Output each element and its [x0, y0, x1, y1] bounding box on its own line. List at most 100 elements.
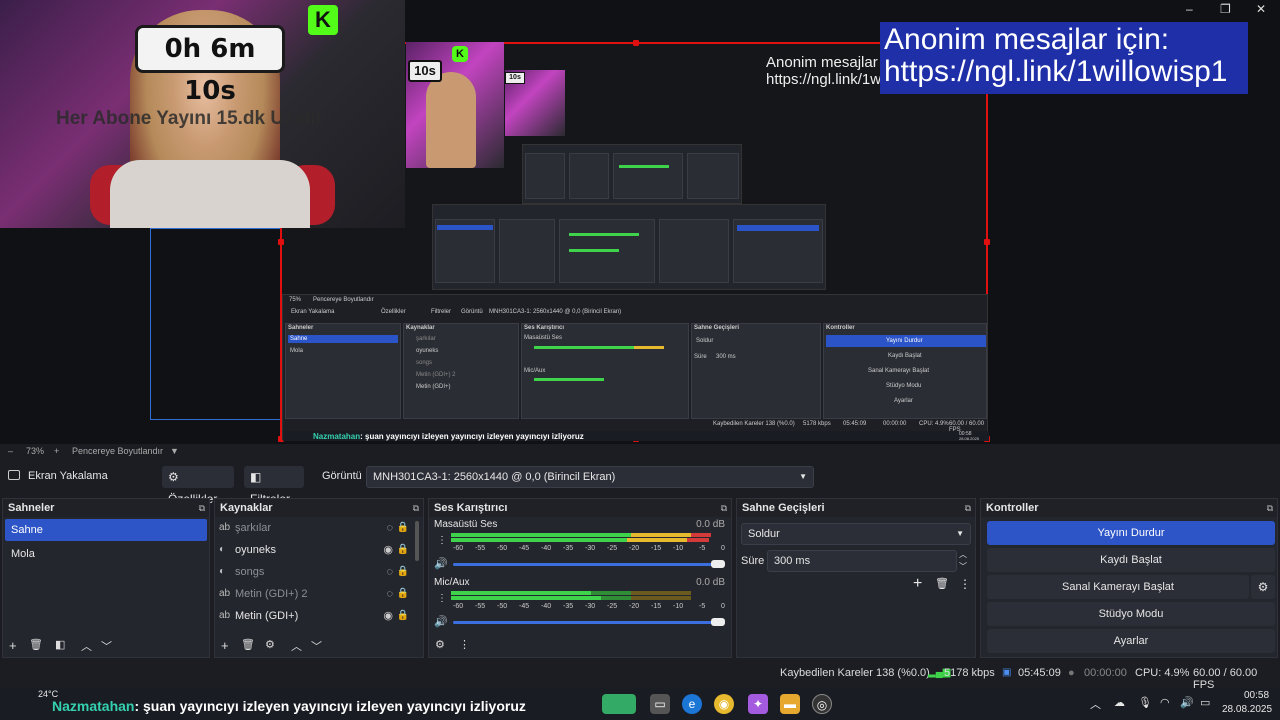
lock-icon[interactable]: 🔒 [397, 561, 409, 583]
transition-select[interactable]: Soldur ▼ [741, 523, 971, 545]
kebab-icon[interactable]: ⋮ [459, 638, 470, 651]
subscriber-banner: Her Abone Yayını 15.dk Uzatır [56, 108, 324, 129]
source-item[interactable]: ab Metin (GDI+) ◉ 🔒 [215, 605, 423, 627]
properties-button[interactable]: ⚙ Özellikler [162, 466, 234, 506]
spin-down-icon[interactable]: ﹀ [959, 561, 967, 572]
monitor-icon [8, 470, 20, 480]
kebab-icon[interactable]: ⋮ [437, 535, 447, 546]
nested-timer: 10s [408, 60, 442, 82]
edge-icon[interactable]: e [682, 694, 702, 714]
undock-icon[interactable]: ⧉ [965, 499, 971, 517]
maximize-icon[interactable]: ❐ [1220, 2, 1231, 16]
display-select[interactable]: MNH301CA3-1: 2560x1440 @ 0,0 (Birincil E… [366, 466, 814, 488]
lock-icon[interactable]: 🔒 [397, 583, 409, 605]
undock-icon[interactable]: ⧉ [413, 499, 419, 517]
fader-knob[interactable] [711, 618, 725, 626]
start-recording-button[interactable]: Kaydı Başlat [987, 548, 1275, 572]
trash-icon[interactable]: 🗑 [935, 577, 949, 590]
gear-icon[interactable]: ⚙ [1251, 575, 1275, 599]
kebab-icon[interactable]: ⋮ [437, 593, 447, 604]
eye-hidden-icon[interactable]: ◌ [386, 561, 393, 583]
resize-handle[interactable] [984, 239, 990, 245]
resize-handle[interactable] [633, 40, 639, 46]
duration-input[interactable]: 300 ms [767, 550, 957, 572]
virtual-camera-button[interactable]: Sanal Kamerayı Başlat [987, 575, 1249, 599]
copilot-icon[interactable]: ✦ [748, 694, 768, 714]
close-icon[interactable]: ✕ [1256, 2, 1266, 16]
trash-icon[interactable]: 🗑 [241, 638, 255, 651]
move-down-icon[interactable]: ﹀ [101, 638, 112, 654]
move-down-icon[interactable]: ﹀ [311, 638, 322, 654]
chrome-icon[interactable]: ◉ [714, 694, 734, 714]
undock-icon[interactable]: ⧉ [721, 499, 727, 517]
undock-icon[interactable]: ⧉ [199, 499, 205, 517]
clock-time[interactable]: 00:58 [1244, 690, 1269, 701]
scrollbar[interactable] [415, 521, 419, 561]
filter-icon[interactable]: ◧ [55, 638, 65, 651]
microphone-icon[interactable]: 🎙 [1138, 696, 1152, 709]
lock-icon[interactable]: 🔒 [397, 605, 409, 627]
stop-stream-button[interactable]: Yayını Durdur [987, 521, 1275, 545]
speaker-icon[interactable]: 🔊 [434, 615, 448, 628]
add-icon[interactable]: + [913, 575, 922, 593]
eye-hidden-icon[interactable]: ◌ [386, 517, 393, 539]
source-item[interactable]: ab Metin (GDI+) 2 ◌ 🔒 [215, 583, 423, 605]
volume-fader[interactable] [453, 563, 719, 566]
filters-button[interactable]: ◧ Filtreler [244, 466, 304, 506]
volume-icon[interactable]: 🔊 [1180, 696, 1194, 709]
add-icon[interactable]: + [221, 638, 229, 653]
controls-dock: Kontroller ⧉ Yayını Durdur Kaydı Başlat S… [980, 498, 1278, 658]
folder-icon[interactable]: ▬ [780, 694, 800, 714]
gear-icon[interactable]: ⚙ [265, 638, 275, 651]
media-source-icon: ◐ [219, 566, 226, 577]
gear-icon: ⚙ [168, 470, 179, 484]
stream-time: 05:45:09 [1018, 667, 1061, 679]
scene-item[interactable]: Mola [5, 543, 207, 565]
spin-up-icon[interactable]: ︿ [959, 549, 967, 560]
preview-area[interactable]: 75% Pencereye Boyutlandır Ekran Yakalama… [0, 0, 1280, 444]
advanced-audio-icon[interactable]: ⚙ [435, 638, 445, 651]
trash-icon[interactable]: 🗑 [29, 638, 43, 651]
source-item[interactable]: ◐ oyuneks ◉ 🔒 [215, 539, 423, 561]
scenes-dock: Sahneler ⧉ Sahne Mola + 🗑 ◧ ︿ ﹀ [2, 498, 210, 658]
chevron-down-icon: ▼ [799, 472, 807, 481]
eye-icon[interactable]: ◉ [383, 605, 393, 627]
zoom-in-button[interactable]: + [54, 446, 59, 456]
taskbar: 24°C Nazmatahan: şuan yayıncıyı izleyen … [0, 688, 1280, 720]
game-icon[interactable] [602, 694, 636, 714]
scene-item[interactable]: Sahne [5, 519, 207, 541]
move-up-icon[interactable]: ︿ [81, 638, 92, 654]
record-icon: ● [1068, 667, 1075, 679]
resize-handle[interactable] [278, 239, 284, 245]
zoom-out-button[interactable]: – [8, 446, 13, 456]
minimize-icon[interactable]: – [1186, 2, 1193, 16]
eye-icon[interactable]: ◉ [383, 539, 393, 561]
volume-fader[interactable] [453, 621, 719, 624]
source-item[interactable]: ◐ songs ◌ 🔒 [215, 561, 423, 583]
battery-icon[interactable]: ▭ [1200, 696, 1210, 709]
wifi-icon[interactable]: ◠ [1160, 696, 1170, 709]
move-up-icon[interactable]: ︿ [291, 638, 302, 654]
lock-icon[interactable]: 🔒 [397, 517, 409, 539]
studio-mode-button[interactable]: Stüdyo Modu [987, 602, 1275, 626]
volume-meter [451, 533, 727, 543]
fit-window-button[interactable]: Pencereye Boyutlandır [72, 446, 163, 456]
kebab-icon[interactable]: ⋮ [959, 577, 971, 591]
settings-button[interactable]: Ayarlar [987, 629, 1275, 653]
add-icon[interactable]: + [9, 638, 17, 653]
fader-knob[interactable] [711, 560, 725, 568]
undock-icon[interactable]: ⧉ [1267, 499, 1273, 517]
source-item[interactable]: ab şarkılar ◌ 🔒 [215, 517, 423, 539]
lock-icon[interactable]: 🔒 [397, 539, 409, 561]
task-view-icon[interactable]: ▭ [650, 694, 670, 714]
cloud-icon[interactable]: ☁ [1114, 696, 1125, 709]
eye-hidden-icon[interactable]: ◌ [386, 583, 393, 605]
kick-logo: K [452, 46, 468, 62]
speaker-icon[interactable]: 🔊 [434, 557, 448, 570]
clock-date[interactable]: 28.08.2025 [1222, 704, 1272, 715]
chevron-up-icon[interactable]: ︿ [1090, 696, 1101, 712]
chevron-down-icon[interactable]: ▼ [170, 446, 179, 456]
obs-icon[interactable]: ◎ [812, 694, 832, 714]
channel-db: 0.0 dB [696, 577, 725, 588]
zoom-level: 73% [26, 446, 45, 456]
